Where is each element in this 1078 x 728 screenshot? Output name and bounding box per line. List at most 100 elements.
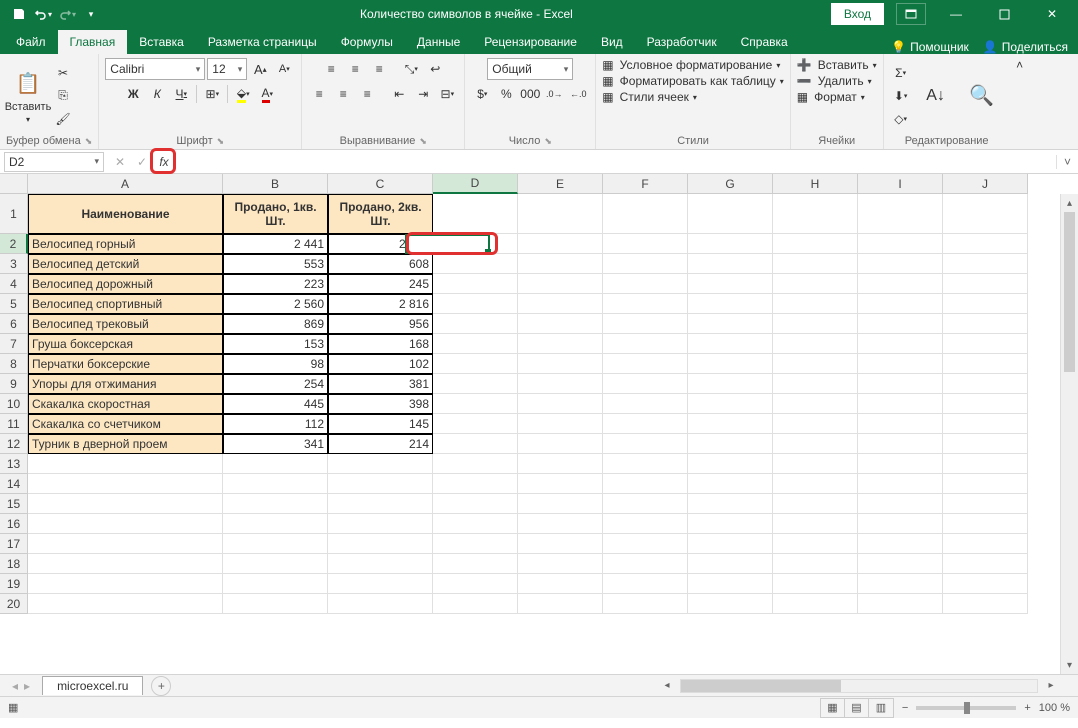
cell-I17[interactable] <box>858 534 943 554</box>
scroll-down-icon[interactable]: ▾ <box>1061 656 1078 674</box>
horizontal-scrollbar[interactable]: ◂ ▸ <box>658 677 1078 695</box>
cell-H7[interactable] <box>773 334 858 354</box>
cell-H16[interactable] <box>773 514 858 534</box>
cell-C1[interactable]: Продано, 2кв. Шт. <box>328 194 433 234</box>
cell-G6[interactable] <box>688 314 773 334</box>
cell-C11[interactable]: 145 <box>328 414 433 434</box>
normal-view-icon[interactable]: ▦ <box>821 699 845 717</box>
cell-J20[interactable] <box>943 594 1028 614</box>
cell-G2[interactable] <box>688 234 773 254</box>
cell-C7[interactable]: 168 <box>328 334 433 354</box>
cell-G9[interactable] <box>688 374 773 394</box>
hscroll-left-icon[interactable]: ◂ <box>658 677 676 695</box>
number-format-combo[interactable]: Общий▾ <box>487 58 573 80</box>
cell-J1[interactable] <box>943 194 1028 234</box>
cell-J9[interactable] <box>943 374 1028 394</box>
cell-D10[interactable] <box>433 394 518 414</box>
cell-C9[interactable]: 381 <box>328 374 433 394</box>
cell-G8[interactable] <box>688 354 773 374</box>
cell-H19[interactable] <box>773 574 858 594</box>
cell-J19[interactable] <box>943 574 1028 594</box>
cell-J17[interactable] <box>943 534 1028 554</box>
format-painter-icon[interactable]: 🖌 <box>52 108 74 130</box>
cell-A18[interactable] <box>28 554 223 574</box>
cell-E14[interactable] <box>518 474 603 494</box>
cell-E9[interactable] <box>518 374 603 394</box>
row-header-4[interactable]: 4 <box>0 274 28 294</box>
collapse-ribbon-icon[interactable]: ˄ <box>1010 54 1030 149</box>
cell-J15[interactable] <box>943 494 1028 514</box>
align-left-icon[interactable]: ≡ <box>308 83 330 105</box>
cell-F8[interactable] <box>603 354 688 374</box>
cell-D15[interactable] <box>433 494 518 514</box>
cell-H12[interactable] <box>773 434 858 454</box>
cell-G5[interactable] <box>688 294 773 314</box>
cell-I8[interactable] <box>858 354 943 374</box>
cell-G7[interactable] <box>688 334 773 354</box>
share-button[interactable]: 👤Поделиться <box>983 40 1068 54</box>
cell-G11[interactable] <box>688 414 773 434</box>
cell-A8[interactable]: Перчатки боксерские <box>28 354 223 374</box>
sheet-nav-next-icon[interactable]: ▸ <box>24 679 30 693</box>
cell-J18[interactable] <box>943 554 1028 574</box>
cell-A11[interactable]: Скакалка со счетчиком <box>28 414 223 434</box>
cell-J16[interactable] <box>943 514 1028 534</box>
cell-F9[interactable] <box>603 374 688 394</box>
vscroll-thumb[interactable] <box>1064 212 1075 372</box>
row-header-14[interactable]: 14 <box>0 474 28 494</box>
cell-F14[interactable] <box>603 474 688 494</box>
macro-record-icon[interactable]: ▦ <box>8 701 18 714</box>
cell-A19[interactable] <box>28 574 223 594</box>
cell-F19[interactable] <box>603 574 688 594</box>
enter-icon[interactable]: ✓ <box>132 152 152 172</box>
insert-cells-button[interactable]: ➕Вставить▾ <box>797 58 877 72</box>
sort-filter-button[interactable]: A↓ <box>914 78 958 114</box>
cell-I4[interactable] <box>858 274 943 294</box>
decrease-decimal-icon[interactable]: ←.0 <box>567 83 589 105</box>
row-header-8[interactable]: 8 <box>0 354 28 374</box>
cell-B17[interactable] <box>223 534 328 554</box>
wrap-text-icon[interactable]: ↩ <box>424 58 446 80</box>
row-header-6[interactable]: 6 <box>0 314 28 334</box>
cell-D20[interactable] <box>433 594 518 614</box>
cell-I5[interactable] <box>858 294 943 314</box>
cell-C5[interactable]: 2 816 <box>328 294 433 314</box>
cell-J2[interactable] <box>943 234 1028 254</box>
cell-A13[interactable] <box>28 454 223 474</box>
cell-A15[interactable] <box>28 494 223 514</box>
cell-I16[interactable] <box>858 514 943 534</box>
cell-I20[interactable] <box>858 594 943 614</box>
cell-E19[interactable] <box>518 574 603 594</box>
cell-C12[interactable]: 214 <box>328 434 433 454</box>
cell-D8[interactable] <box>433 354 518 374</box>
cell-H1[interactable] <box>773 194 858 234</box>
cell-H14[interactable] <box>773 474 858 494</box>
cell-A10[interactable]: Скакалка скоростная <box>28 394 223 414</box>
cell-F5[interactable] <box>603 294 688 314</box>
cell-H9[interactable] <box>773 374 858 394</box>
cell-B15[interactable] <box>223 494 328 514</box>
cell-G13[interactable] <box>688 454 773 474</box>
align-bottom-icon[interactable]: ≡ <box>368 58 390 80</box>
cell-D9[interactable] <box>433 374 518 394</box>
cell-C4[interactable]: 245 <box>328 274 433 294</box>
cell-C10[interactable]: 398 <box>328 394 433 414</box>
cell-F11[interactable] <box>603 414 688 434</box>
cell-D16[interactable] <box>433 514 518 534</box>
cell-H8[interactable] <box>773 354 858 374</box>
cell-D12[interactable] <box>433 434 518 454</box>
cell-F3[interactable] <box>603 254 688 274</box>
cell-E2[interactable] <box>518 234 603 254</box>
delete-cells-button[interactable]: ➖Удалить▾ <box>797 74 872 88</box>
cell-E11[interactable] <box>518 414 603 434</box>
cell-E18[interactable] <box>518 554 603 574</box>
cell-H13[interactable] <box>773 454 858 474</box>
cell-D3[interactable] <box>433 254 518 274</box>
cell-H18[interactable] <box>773 554 858 574</box>
cell-H15[interactable] <box>773 494 858 514</box>
cell-B12[interactable]: 341 <box>223 434 328 454</box>
cell-I1[interactable] <box>858 194 943 234</box>
row-header-15[interactable]: 15 <box>0 494 28 514</box>
cell-H2[interactable] <box>773 234 858 254</box>
cell-B6[interactable]: 869 <box>223 314 328 334</box>
